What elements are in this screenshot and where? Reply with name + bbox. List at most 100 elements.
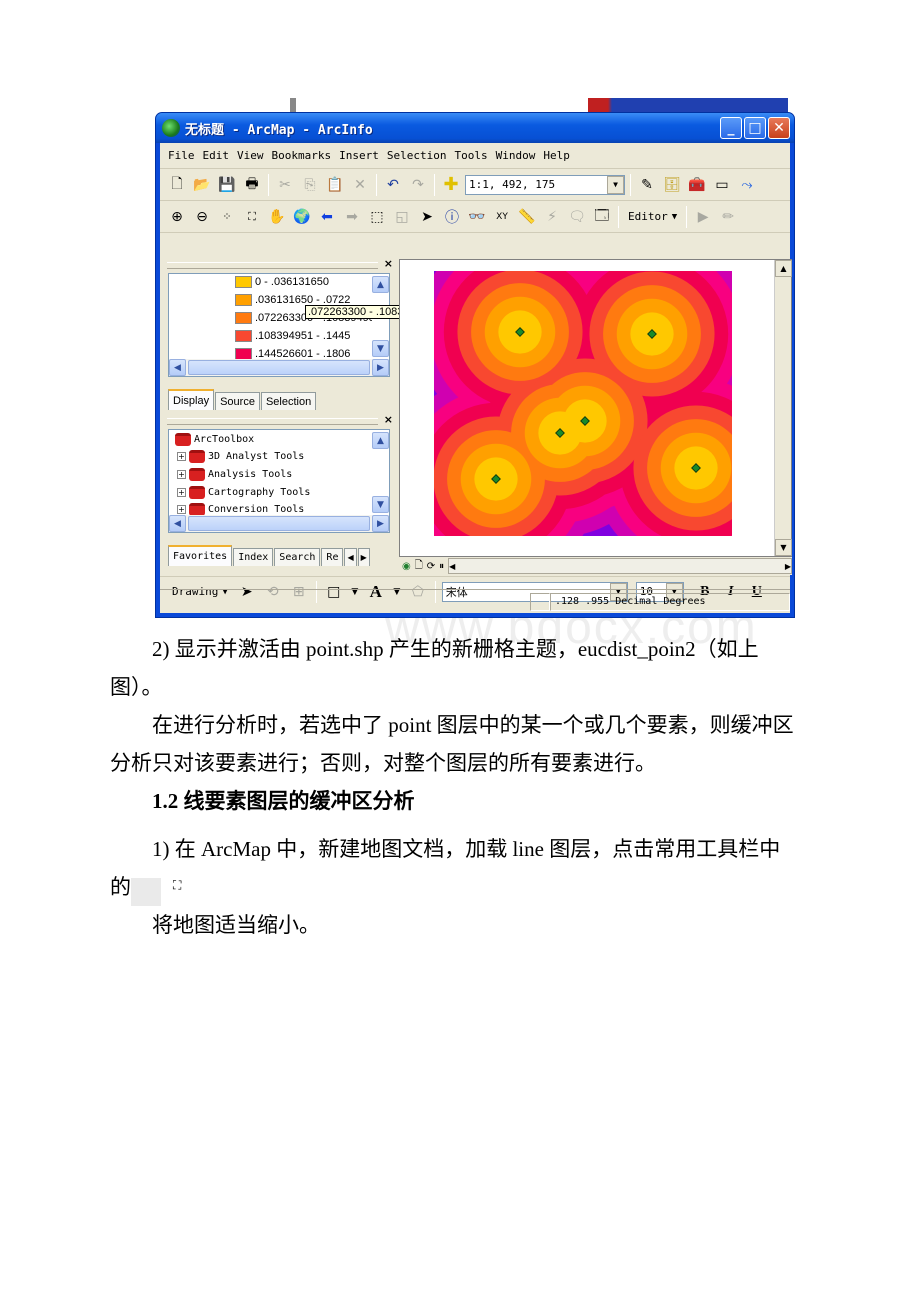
tab-scroll-left-icon[interactable]: ◀ (344, 548, 357, 566)
scroll-down-icon[interactable]: ▼ (775, 539, 792, 556)
close-button[interactable]: ✕ (768, 117, 790, 139)
menu-edit[interactable]: Edit (203, 149, 230, 162)
fixed-zoom-out-icon[interactable]: ⛶ (241, 206, 263, 228)
expand-icon[interactable]: + (177, 452, 186, 461)
refresh-icon[interactable]: ⟳ (427, 561, 435, 572)
menu-view[interactable]: View (237, 149, 264, 162)
pause-drawing-icon[interactable]: ⏸ (439, 561, 444, 572)
toc-grip[interactable]: × (164, 257, 396, 271)
toolbox-item[interactable]: + Analysis Tools (177, 468, 292, 481)
scroll-left-icon[interactable]: ◀ (169, 515, 186, 532)
scroll-thumb[interactable] (188, 360, 370, 375)
map-view[interactable]: ▲ ▼ (399, 259, 792, 557)
toolbox-item[interactable]: +3D Analyst Tools (177, 450, 304, 463)
fixed-zoom-in-icon[interactable]: ⁘ (216, 206, 238, 228)
create-viewer-icon[interactable]: 🗔 (591, 206, 613, 228)
vertical-scrollbar[interactable]: ▲ ▼ (372, 430, 389, 515)
menu-selection[interactable]: Selection (387, 149, 447, 162)
menu-tools[interactable]: Tools (454, 149, 487, 162)
expand-icon[interactable]: + (177, 505, 186, 514)
menu-insert[interactable]: Insert (339, 149, 379, 162)
tab-index[interactable]: Index (233, 548, 274, 566)
tab-favorites[interactable]: Favorites (168, 545, 233, 566)
scroll-up-icon[interactable]: ▲ (372, 276, 389, 293)
tab-selection[interactable]: Selection (260, 392, 317, 410)
close-icon[interactable]: × (384, 257, 393, 270)
layout-view-icon[interactable]: 🗋 (415, 558, 423, 575)
forward-icon[interactable]: ➡ (341, 206, 363, 228)
pan-icon[interactable]: ✋ (266, 206, 288, 228)
redo-icon[interactable]: ↷ (407, 174, 429, 196)
hyperlink-icon[interactable]: ⚡ (541, 206, 563, 228)
horizontal-scrollbar[interactable]: ◀ ▶ (169, 359, 389, 376)
menu-bookmarks[interactable]: Bookmarks (272, 149, 332, 162)
full-extent-icon[interactable]: 🌍 (291, 206, 313, 228)
cut-icon[interactable]: ✂ (274, 174, 296, 196)
paste-icon[interactable]: 📋 (324, 174, 346, 196)
expand-icon[interactable]: + (177, 488, 186, 497)
map-vertical-scrollbar[interactable]: ▲ ▼ (774, 260, 792, 556)
select-elements-icon[interactable]: ➤ (416, 206, 438, 228)
expand-icon[interactable]: + (177, 470, 186, 479)
open-icon[interactable]: 📂 (191, 174, 213, 196)
arctoolbox-icon[interactable]: 🧰 (686, 174, 708, 196)
editor-toolbar-icon[interactable]: ✎ (636, 174, 658, 196)
measure-icon[interactable]: 📏 (516, 206, 538, 228)
tab-scroll-right-icon[interactable]: ▶ (357, 548, 370, 566)
back-icon[interactable]: ⬅ (316, 206, 338, 228)
minimize-button[interactable]: _ (720, 117, 742, 139)
scroll-right-icon[interactable]: ▶ (372, 359, 389, 376)
go-to-xy-icon[interactable]: XY (491, 206, 513, 228)
menu-window[interactable]: Window (496, 149, 536, 162)
tab-source[interactable]: Source (215, 392, 260, 410)
close-icon[interactable]: × (384, 413, 393, 426)
arccatalog-icon[interactable]: 🗄 (661, 174, 683, 196)
select-features-icon[interactable]: ⬚ (366, 206, 388, 228)
scroll-up-icon[interactable]: ▲ (775, 260, 792, 277)
new-icon[interactable]: 🗋 (166, 174, 188, 196)
copy-icon[interactable]: ⎘ (299, 174, 321, 196)
delete-icon[interactable]: ✕ (349, 174, 371, 196)
scroll-down-icon[interactable]: ▼ (372, 496, 389, 513)
modelbuilder-icon[interactable]: ⤳ (736, 174, 758, 196)
add-data-icon[interactable]: ✚ (440, 174, 462, 196)
data-view-icon[interactable]: ◉ (402, 561, 411, 572)
tab-display[interactable]: Display (168, 389, 215, 410)
menu-help[interactable]: Help (543, 149, 570, 162)
horizontal-scrollbar[interactable]: ◀ ▶ (169, 515, 389, 532)
map-horizontal-scrollbar[interactable]: ◀ ▶ (448, 558, 792, 574)
menu-file[interactable]: File (168, 149, 195, 162)
chevron-down-icon[interactable]: ▼ (607, 175, 624, 194)
legend-item[interactable]: 0 - .036131650 (235, 276, 329, 288)
scroll-left-icon[interactable]: ◀ (449, 562, 455, 571)
map-scale-combobox[interactable]: 1:1, 492, 175 ▼ (465, 174, 625, 195)
legend-item[interactable]: .108394951 - .1445 (235, 330, 350, 342)
undo-icon[interactable]: ↶ (382, 174, 404, 196)
scroll-thumb[interactable] (188, 516, 370, 531)
print-icon[interactable]: 🖶 (241, 174, 263, 196)
scroll-down-icon[interactable]: ▼ (372, 340, 389, 357)
zoom-in-icon[interactable]: ⊕ (166, 206, 188, 228)
edit-tool-icon[interactable]: ▶ (692, 206, 714, 228)
tab-results[interactable]: Re (321, 548, 344, 566)
scroll-left-icon[interactable]: ◀ (169, 359, 186, 376)
identify-icon[interactable]: ⓘ (441, 206, 463, 228)
title-bar[interactable]: 无标题 - ArcMap - ArcInfo _ □ ✕ (156, 113, 794, 143)
zoom-out-icon[interactable]: ⊖ (191, 206, 213, 228)
sketch-tool-icon[interactable]: ✏ (717, 206, 739, 228)
toolbox-root[interactable]: ArcToolbox (175, 433, 254, 446)
scroll-right-icon[interactable]: ▶ (372, 515, 389, 532)
tab-search[interactable]: Search (274, 548, 321, 566)
scroll-right-icon[interactable]: ▶ (785, 562, 791, 571)
clear-selection-icon[interactable]: ◱ (391, 206, 413, 228)
distance-raster[interactable] (434, 271, 732, 536)
scroll-up-icon[interactable]: ▲ (372, 432, 389, 449)
find-icon[interactable]: 👓 (466, 206, 488, 228)
command-line-icon[interactable]: ▭ (711, 174, 733, 196)
toolbox-grip[interactable]: × (164, 413, 396, 427)
toolbox-item[interactable]: + Cartography Tools (177, 486, 310, 499)
save-icon[interactable]: 💾 (216, 174, 238, 196)
maximize-button[interactable]: □ (744, 117, 766, 139)
editor-menu[interactable]: Editor ▼ (624, 210, 681, 223)
html-popup-icon[interactable]: 🗨 (566, 206, 588, 228)
